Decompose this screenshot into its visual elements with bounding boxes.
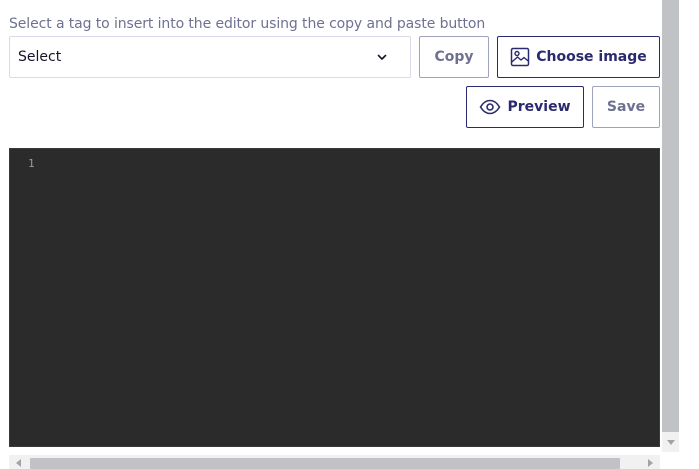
scroll-down-arrow-icon[interactable] [662,436,679,450]
chevron-down-icon [377,54,387,60]
tag-select[interactable]: Select [9,36,411,78]
copy-button[interactable]: Copy [419,36,489,78]
template-editor-page: Select a tag to insert into the editor u… [0,0,699,469]
save-label: Save [606,99,646,115]
choose-image-label: Choose image [536,49,647,65]
vertical-scroll-thumb[interactable] [662,0,679,432]
scroll-right-arrow-icon[interactable] [645,458,655,468]
tag-select-value: Select [18,49,62,65]
scroll-left-arrow-icon[interactable] [14,458,24,468]
preview-button[interactable]: Preview [466,86,584,128]
preview-label: Preview [507,99,571,115]
image-icon [510,47,530,67]
code-editor[interactable]: 1 [9,148,660,447]
copy-button-label: Copy [434,49,474,65]
horizontal-scroll-thumb[interactable] [30,458,620,469]
eye-icon [479,99,501,115]
save-button[interactable]: Save [592,86,660,128]
vertical-scrollbar[interactable] [662,0,679,452]
page-edge [679,0,699,469]
choose-image-button[interactable]: Choose image [497,36,660,78]
tag-hint-text: Select a tag to insert into the editor u… [9,16,486,32]
line-number: 1 [28,157,35,170]
horizontal-scrollbar[interactable] [9,455,660,469]
